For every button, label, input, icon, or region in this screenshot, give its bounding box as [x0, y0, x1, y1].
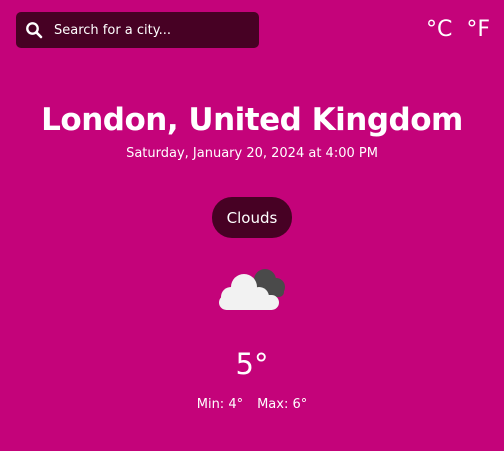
min-max-temperature: Min: 4° Max: 6°: [0, 396, 504, 414]
fahrenheit-button[interactable]: °F: [466, 14, 490, 46]
cloud-icon: [214, 262, 292, 314]
condition-wrapper: Clouds: [0, 197, 504, 238]
date-time: Saturday, January 20, 2024 at 4:00 PM: [126, 146, 378, 161]
search-input[interactable]: [54, 12, 259, 48]
search-icon[interactable]: [24, 20, 44, 40]
unit-toggle: °C °F: [426, 14, 490, 46]
condition-badge: Clouds: [211, 197, 293, 238]
temperature: 5°: [235, 347, 269, 381]
search-bar[interactable]: [16, 12, 259, 48]
celsius-button[interactable]: °C: [426, 14, 452, 46]
max-temperature: Max: 6°: [257, 397, 308, 412]
city-title: London, United Kingdom: [41, 102, 463, 138]
min-temperature: Min: 4°: [196, 397, 244, 412]
